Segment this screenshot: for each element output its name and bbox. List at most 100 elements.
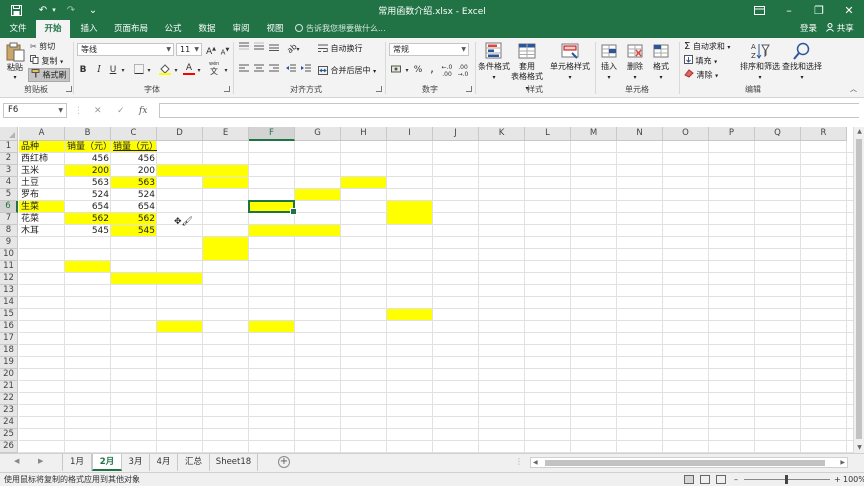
font-color-dropdown-icon[interactable]: ▾	[196, 64, 202, 77]
cell-a4[interactable]: 土豆	[19, 177, 65, 189]
row-header[interactable]: 26	[0, 441, 18, 453]
row-header[interactable]: 14	[0, 297, 18, 309]
percent-button[interactable]: %	[412, 64, 424, 77]
horizontal-scroll-thumb[interactable]	[545, 460, 825, 466]
clipboard-launcher-icon[interactable]	[66, 86, 72, 92]
bold-button[interactable]: B	[77, 64, 89, 77]
name-box[interactable]: F6 ▼	[3, 103, 67, 118]
font-color-button[interactable]: A	[183, 62, 195, 75]
row-header[interactable]: 13	[0, 285, 18, 297]
italic-button[interactable]: I	[93, 64, 105, 77]
page-break-view-icon[interactable]	[716, 475, 726, 484]
insert-cells-button[interactable]: 插入 ▾	[598, 41, 620, 83]
column-header-k[interactable]: K	[479, 127, 525, 141]
cell-a2[interactable]: 西红柿	[19, 153, 65, 165]
sort-filter-button[interactable]: AZ 排序和筛选 ▾	[738, 41, 782, 83]
zoom-level[interactable]: 100%	[843, 473, 864, 486]
row-header[interactable]: 5	[0, 189, 18, 201]
zoom-in-button[interactable]: +	[834, 473, 841, 486]
row-header[interactable]: 2	[0, 153, 18, 165]
sheet-tab-mar[interactable]: 3月	[122, 454, 150, 471]
grow-font-button[interactable]: A▲	[206, 43, 216, 57]
font-size-combo[interactable]: 11 ▼	[176, 43, 202, 56]
column-header-b[interactable]: B	[65, 127, 111, 141]
number-launcher-icon[interactable]	[466, 86, 472, 92]
align-left-button[interactable]	[238, 64, 250, 77]
tab-file[interactable]: 文件	[4, 20, 32, 38]
zoom-slider[interactable]	[744, 475, 830, 484]
format-painter-button[interactable]: 格式刷	[28, 68, 70, 82]
cell-a5[interactable]: 罗布	[19, 189, 65, 201]
tab-insert[interactable]: 插入	[74, 20, 104, 38]
align-middle-button[interactable]	[253, 42, 265, 55]
row-header[interactable]: 19	[0, 357, 18, 369]
cell-c5[interactable]: 524	[111, 189, 157, 201]
format-cells-button[interactable]: 格式 ▾	[650, 41, 672, 83]
cell-b3[interactable]: 200	[65, 165, 111, 177]
formula-input[interactable]	[159, 103, 859, 118]
cell-a3[interactable]: 玉米	[19, 165, 65, 177]
wrap-text-button[interactable]: 自动换行	[318, 43, 363, 54]
cell-c8[interactable]: 545	[111, 225, 157, 237]
column-header-q[interactable]: Q	[755, 127, 801, 141]
row-header[interactable]: 11	[0, 261, 18, 273]
cell-b6[interactable]: 654	[65, 201, 111, 213]
cell-b7[interactable]: 562	[65, 213, 111, 225]
increase-indent-button[interactable]	[300, 64, 312, 77]
accounting-dropdown-icon[interactable]: ▾	[404, 64, 410, 77]
row-header[interactable]: 3	[0, 165, 18, 177]
tab-formulas[interactable]: 公式	[158, 20, 188, 38]
column-header-i[interactable]: I	[387, 127, 433, 141]
borders-button[interactable]	[133, 64, 145, 77]
login-link[interactable]: 登录	[800, 20, 817, 38]
cell-a8[interactable]: 木耳	[19, 225, 65, 237]
underline-dropdown-icon[interactable]: ▾	[120, 64, 126, 77]
underline-button[interactable]: U	[107, 64, 119, 77]
normal-view-icon[interactable]	[684, 475, 694, 484]
shrink-font-button[interactable]: A▼	[220, 44, 230, 57]
sheet-tab-feb[interactable]: 2月	[92, 454, 122, 471]
insert-function-icon[interactable]: fx	[139, 104, 147, 118]
phonetic-dropdown-icon[interactable]: ▾	[223, 64, 229, 77]
cut-button[interactable]: ✂ 剪切	[30, 41, 55, 52]
tell-me-box[interactable]: 告诉我您想要做什么...	[295, 20, 386, 38]
vertical-scroll-thumb[interactable]	[856, 139, 862, 439]
merge-center-button[interactable]: 合并后居中 ▾	[318, 65, 376, 77]
cell-b2[interactable]: 456	[65, 153, 111, 165]
column-header-l[interactable]: L	[525, 127, 571, 141]
row-header[interactable]: 7	[0, 213, 18, 225]
row-header[interactable]: 15	[0, 309, 18, 321]
fill-color-dropdown-icon[interactable]: ▾	[173, 64, 179, 77]
ribbon-display-options-icon[interactable]	[744, 0, 774, 20]
column-header-e[interactable]: E	[203, 127, 249, 141]
prev-sheet-icon[interactable]: ◀	[14, 457, 19, 465]
row-header[interactable]: 17	[0, 333, 18, 345]
row-header[interactable]: 12	[0, 273, 18, 285]
zoom-out-button[interactable]: –	[734, 473, 738, 486]
autosum-button[interactable]: Σ 自动求和 ▾	[684, 41, 730, 53]
minimize-button[interactable]: –	[774, 0, 804, 20]
scroll-up-icon[interactable]: ▲	[854, 127, 864, 137]
row-header[interactable]: 16	[0, 321, 18, 333]
active-cell-selection[interactable]	[248, 200, 297, 215]
column-header-a[interactable]: A	[19, 127, 65, 141]
cell-c7[interactable]: 562	[111, 213, 157, 225]
comma-button[interactable]: ,	[427, 62, 437, 75]
tab-data[interactable]: 数据	[192, 20, 222, 38]
add-sheet-button[interactable]: +	[278, 456, 290, 468]
copy-button[interactable]: 复制 ▾	[30, 55, 63, 68]
row-header[interactable]: 21	[0, 381, 18, 393]
row-header[interactable]: 24	[0, 417, 18, 429]
worksheet-grid[interactable]: A B C D E F G H I J K L M N O P Q R 1 2 …	[0, 127, 864, 453]
sheet-tab-sheet18[interactable]: Sheet18	[210, 454, 258, 471]
cell-c2[interactable]: 456	[111, 153, 157, 165]
row-header[interactable]: 22	[0, 393, 18, 405]
font-launcher-icon[interactable]	[224, 86, 230, 92]
number-format-combo[interactable]: 常规 ▼	[389, 43, 469, 56]
column-header-j[interactable]: J	[433, 127, 479, 141]
row-header[interactable]: 9	[0, 237, 18, 249]
row-header[interactable]: 10	[0, 249, 18, 261]
align-top-button[interactable]	[238, 42, 250, 55]
row-header[interactable]: 18	[0, 345, 18, 357]
cell-b1[interactable]: 销量（元）	[65, 141, 111, 153]
